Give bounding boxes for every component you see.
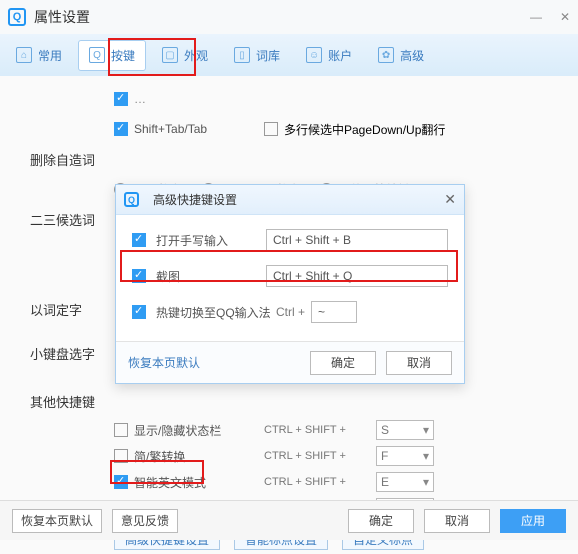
checkbox-screenshot[interactable] [132, 269, 146, 283]
partial-option: … [134, 92, 146, 106]
ok-button[interactable]: 确定 [348, 509, 414, 533]
select-s[interactable]: S [376, 420, 434, 440]
dict-icon: ▯ [234, 47, 250, 63]
apply-button[interactable]: 应用 [500, 509, 566, 533]
gear-icon: ✿ [378, 47, 394, 63]
checkbox-smart-en[interactable] [114, 475, 128, 489]
tab-account[interactable]: ☺账户 [296, 41, 362, 70]
dialog-cancel-button[interactable]: 取消 [386, 351, 452, 375]
checkbox[interactable] [114, 92, 128, 106]
title-bar: Q 属性设置 ― ✕ [0, 0, 578, 34]
general-icon: ⌂ [16, 47, 32, 63]
dialog-restore-link[interactable]: 恢复本页默认 [128, 354, 200, 371]
label-numpad: 小键盘选字 [30, 344, 102, 363]
dialog-close-button[interactable]: ✕ [444, 191, 456, 208]
label-other-sc: 其他快捷键 [30, 392, 102, 411]
feedback-button[interactable]: 意见反馈 [112, 509, 178, 533]
account-icon: ☺ [306, 47, 322, 63]
tab-advanced[interactable]: ✿高级 [368, 41, 434, 70]
close-button[interactable]: ✕ [560, 10, 570, 24]
tab-keys[interactable]: Q按键 [78, 40, 146, 71]
appearance-icon: ▢ [162, 47, 178, 63]
tab-general[interactable]: ⌂常用 [6, 41, 72, 70]
label-by-word: 以词定字 [30, 300, 102, 319]
footer-bar: 恢复本页默认 意见反馈 确定 取消 应用 [0, 500, 578, 540]
window-title: 属性设置 [34, 7, 90, 27]
input-handwrite-key[interactable]: Ctrl + Shift + B [266, 229, 448, 251]
app-logo-icon: Q [8, 8, 26, 26]
dialog-ok-button[interactable]: 确定 [310, 351, 376, 375]
checkbox-shift-tab[interactable] [114, 122, 128, 136]
tab-dict[interactable]: ▯词库 [224, 41, 290, 70]
restore-defaults-button[interactable]: 恢复本页默认 [12, 509, 102, 533]
input-switch-key[interactable]: ~ [311, 301, 357, 323]
input-screenshot-key[interactable]: Ctrl + Shift + Q [266, 265, 448, 287]
keys-icon: Q [89, 47, 105, 63]
checkbox-multipage[interactable] [264, 122, 278, 136]
checkbox-simp-trad[interactable] [114, 449, 128, 463]
select-f[interactable]: F [376, 446, 434, 466]
checkbox-handwrite[interactable] [132, 233, 146, 247]
label-del-custom: 删除自造词 [30, 150, 102, 169]
minimize-button[interactable]: ― [530, 10, 542, 24]
tab-bar: ⌂常用 Q按键 ▢外观 ▯词库 ☺账户 ✿高级 [0, 34, 578, 76]
checkbox-show-hide[interactable] [114, 423, 128, 437]
dialog-title: 高级快捷键设置 [153, 191, 237, 208]
tab-appearance[interactable]: ▢外观 [152, 41, 218, 70]
select-e[interactable]: E [376, 472, 434, 492]
adv-sc-dialog: Q 高级快捷键设置 ✕ 打开手写输入Ctrl + Shift + B 截图Ctr… [115, 184, 465, 384]
checkbox-switch-qq[interactable] [132, 305, 146, 319]
dialog-logo-icon: Q [124, 192, 139, 207]
cancel-button[interactable]: 取消 [424, 509, 490, 533]
label-cand23: 二三候选词 [30, 210, 102, 229]
